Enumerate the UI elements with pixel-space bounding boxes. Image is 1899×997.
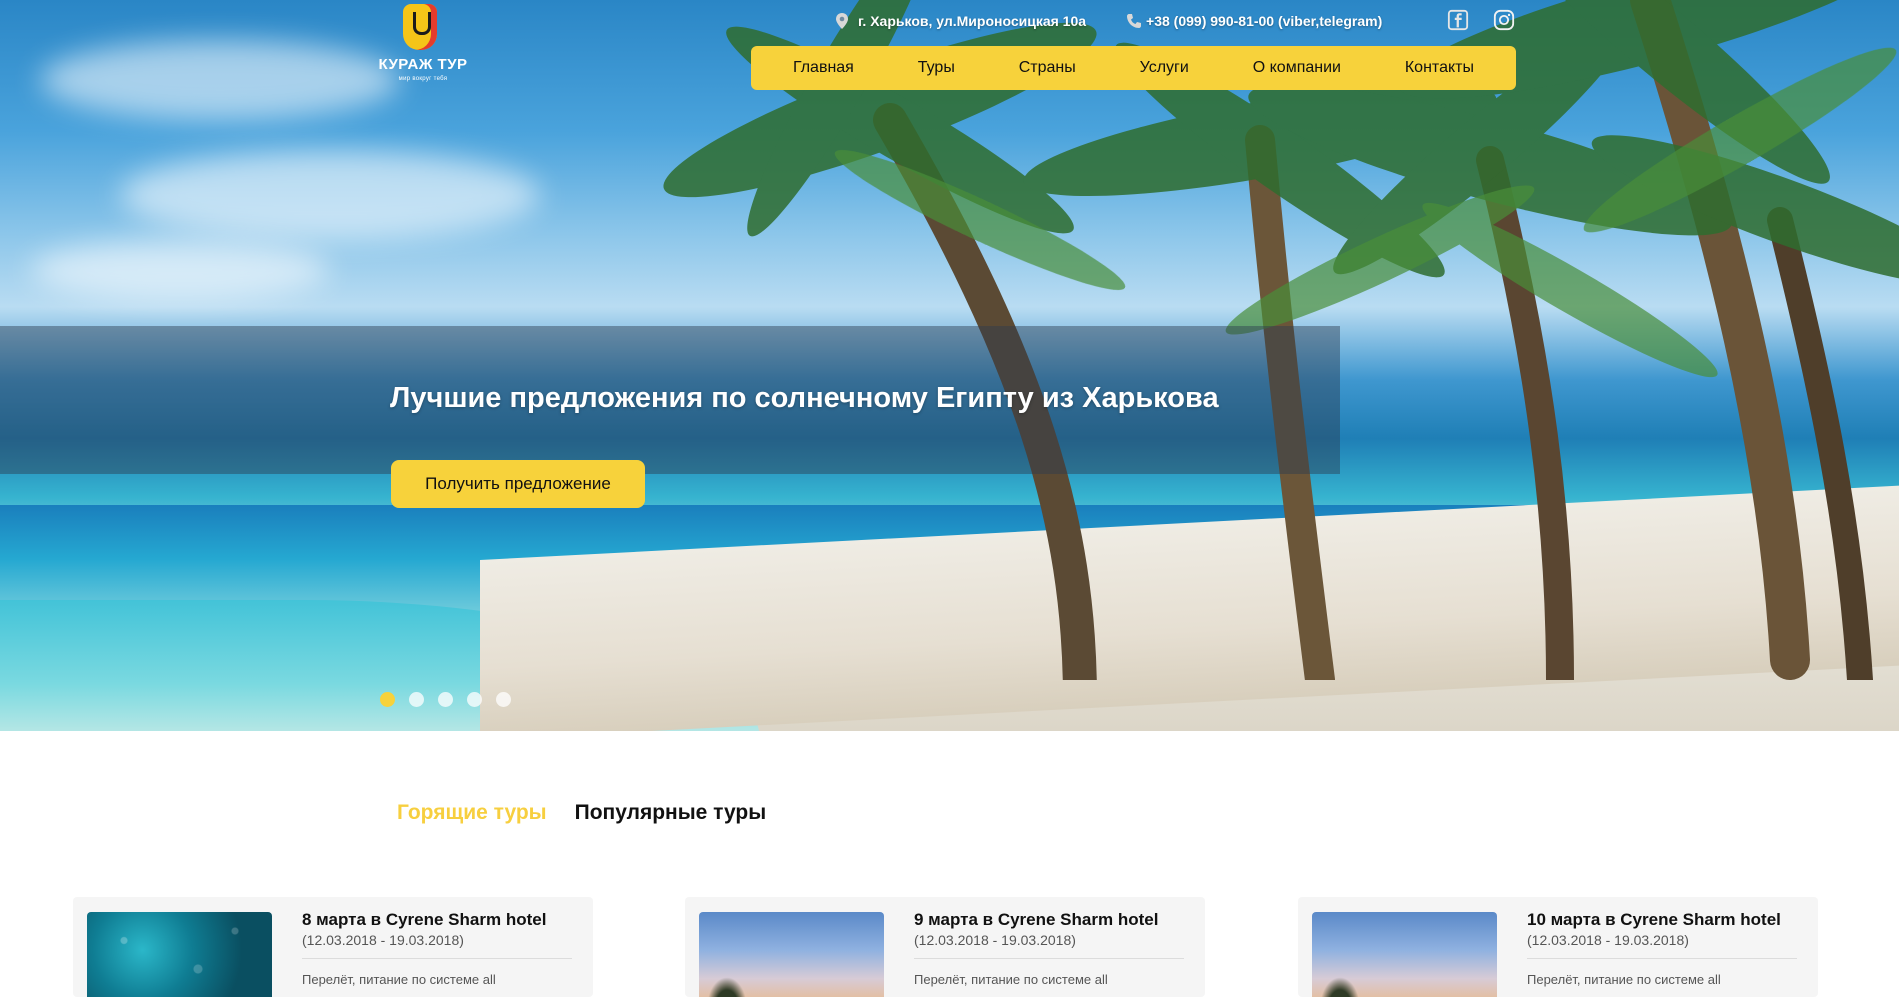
tour-dates: (12.03.2018 - 19.03.2018) (302, 932, 464, 948)
facebook-link[interactable] (1446, 8, 1470, 32)
cloud-decoration (30, 240, 330, 300)
tour-title[interactable]: 9 марта в Cyrene Sharm hotel (914, 910, 1158, 930)
tour-dates: (12.03.2018 - 19.03.2018) (914, 932, 1076, 948)
tour-dates: (12.03.2018 - 19.03.2018) (1527, 932, 1689, 948)
nav-item-services[interactable]: Услуги (1130, 53, 1199, 83)
slider-pagination (380, 692, 511, 707)
location-pin-icon (836, 13, 848, 29)
nav-item-home[interactable]: Главная (783, 53, 864, 83)
logo[interactable]: КУРАЖ ТУР мир вокруг тебя (375, 4, 471, 88)
rock-hand-logo-icon (403, 4, 437, 50)
address-item: г. Харьков, ул.Мироносицкая 10а (834, 12, 1086, 30)
tour-image-sky[interactable] (1312, 912, 1497, 997)
nav-item-contacts[interactable]: Контакты (1395, 53, 1484, 83)
facebook-icon (1447, 9, 1469, 31)
slide-dot-5[interactable] (496, 692, 511, 707)
slide-dot-1[interactable] (380, 692, 395, 707)
tour-description: Перелёт, питание по системе all (302, 972, 496, 987)
tour-description: Перелёт, питание по системе all (1527, 972, 1721, 987)
slide-dot-3[interactable] (438, 692, 453, 707)
logo-tagline: мир вокруг тебя (398, 76, 448, 82)
card-divider (914, 958, 1184, 959)
cloud-decoration (120, 150, 540, 240)
phone-item[interactable]: +38 (099) 990-81-00 (viber,telegram) (1126, 13, 1382, 29)
contact-bar: г. Харьков, ул.Мироносицкая 10а +38 (099… (834, 10, 1382, 32)
slide-dot-4[interactable] (467, 692, 482, 707)
tour-image-reef[interactable] (87, 912, 272, 997)
tab-hot-tours[interactable]: Горящие туры (397, 801, 547, 825)
tour-card[interactable]: 10 марта в Cyrene Sharm hotel (12.03.201… (1298, 897, 1818, 997)
cloud-decoration (40, 40, 400, 120)
hero-title: Лучшие предложения по солнечному Египту … (390, 382, 1219, 414)
nav-item-tours[interactable]: Туры (908, 53, 965, 83)
get-offer-button[interactable]: Получить предложение (391, 460, 645, 508)
tour-title[interactable]: 8 марта в Cyrene Sharm hotel (302, 910, 546, 930)
card-divider (1527, 958, 1797, 959)
phone-text: +38 (099) 990-81-00 (viber,telegram) (1146, 13, 1383, 29)
hero-banner: КУРАЖ ТУР мир вокруг тебя г. Харьков, ул… (0, 0, 1899, 731)
instagram-icon (1493, 9, 1515, 31)
address-text: г. Харьков, ул.Мироносицкая 10а (858, 13, 1087, 29)
tour-title[interactable]: 10 марта в Cyrene Sharm hotel (1527, 910, 1781, 930)
phone-icon (1127, 14, 1142, 28)
main-nav: Главная Туры Страны Услуги О компании Ко… (751, 46, 1516, 90)
tab-popular-tours[interactable]: Популярные туры (575, 801, 767, 825)
tour-card[interactable]: 8 марта в Cyrene Sharm hotel (12.03.2018… (73, 897, 593, 997)
instagram-link[interactable] (1492, 8, 1516, 32)
nav-item-about[interactable]: О компании (1243, 53, 1351, 83)
nav-item-countries[interactable]: Страны (1009, 53, 1086, 83)
slide-dot-2[interactable] (409, 692, 424, 707)
tour-description: Перелёт, питание по системе all (914, 972, 1108, 987)
tour-tabs: Горящие туры Популярные туры (397, 801, 766, 825)
tour-image-sky[interactable] (699, 912, 884, 997)
tour-card[interactable]: 9 марта в Cyrene Sharm hotel (12.03.2018… (685, 897, 1205, 997)
card-divider (302, 958, 572, 959)
logo-name: КУРАЖ ТУР (378, 56, 468, 73)
